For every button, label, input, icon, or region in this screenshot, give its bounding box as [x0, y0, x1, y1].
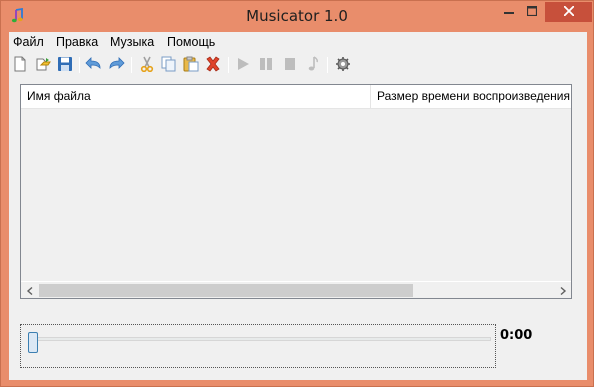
toolbar-separator — [228, 57, 229, 73]
close-icon — [562, 5, 575, 19]
scroll-left-button[interactable] — [21, 282, 38, 299]
cut-button[interactable] — [137, 55, 157, 75]
toolbar-separator — [131, 57, 132, 73]
music-button[interactable] — [303, 55, 323, 75]
file-list[interactable]: Имя файла Размер времени воспроизведения — [20, 84, 572, 299]
scissors-icon — [139, 56, 155, 75]
title-bar[interactable]: Musicator 1.0 — [1, 1, 593, 31]
toolbar-separator — [79, 57, 80, 73]
playback-time: 0:00 — [500, 328, 533, 343]
new-document-icon — [13, 56, 27, 75]
playback-panel — [20, 324, 496, 368]
horizontal-scrollbar[interactable] — [21, 281, 571, 298]
open-folder-icon — [35, 56, 51, 75]
column-header-filename[interactable]: Имя файла — [21, 85, 371, 108]
maximize-button[interactable] — [518, 2, 545, 22]
music-note-icon — [307, 55, 319, 75]
seek-track[interactable] — [31, 337, 491, 341]
gear-icon — [335, 56, 351, 75]
copy-icon — [161, 56, 177, 75]
new-file-button[interactable] — [10, 55, 30, 75]
toolbar — [9, 52, 587, 78]
play-button[interactable] — [233, 55, 253, 75]
settings-button[interactable] — [333, 55, 353, 75]
save-file-button[interactable] — [55, 55, 75, 75]
menu-help[interactable]: Помощь — [167, 35, 215, 49]
app-window: Musicator 1.0 Файл Правка Музыка Помощь — [0, 0, 594, 387]
menu-edit[interactable]: Правка — [56, 35, 98, 49]
menu-music[interactable]: Музыка — [110, 35, 154, 49]
chevron-left-icon — [26, 284, 34, 298]
paste-icon — [183, 56, 199, 75]
copy-button[interactable] — [159, 55, 179, 75]
redo-arrow-icon — [107, 56, 125, 74]
list-header: Имя файла Размер времени воспроизведения — [21, 85, 571, 109]
play-icon — [236, 57, 250, 74]
menu-bar: Файл Правка Музыка Помощь — [9, 32, 587, 52]
menu-file[interactable]: Файл — [13, 35, 44, 49]
pause-icon — [259, 57, 273, 74]
scroll-right-button[interactable] — [554, 282, 571, 299]
scroll-thumb[interactable] — [39, 284, 413, 297]
stop-button[interactable] — [280, 55, 300, 75]
delete-button[interactable] — [203, 55, 223, 75]
toolbar-separator — [327, 57, 328, 73]
paste-button[interactable] — [181, 55, 201, 75]
floppy-disk-icon — [57, 56, 73, 75]
maximize-icon — [526, 5, 537, 19]
open-file-button[interactable] — [33, 55, 53, 75]
stop-icon — [284, 57, 296, 74]
red-x-icon — [205, 55, 221, 75]
undo-arrow-icon — [85, 56, 103, 74]
column-header-duration[interactable]: Размер времени воспроизведения — [371, 85, 571, 108]
close-button[interactable] — [545, 2, 592, 22]
undo-button[interactable] — [84, 55, 104, 75]
chevron-right-icon — [559, 284, 567, 298]
minimize-icon — [503, 5, 514, 19]
redo-button[interactable] — [106, 55, 126, 75]
pause-button[interactable] — [256, 55, 276, 75]
seek-slider-thumb[interactable] — [28, 332, 38, 353]
